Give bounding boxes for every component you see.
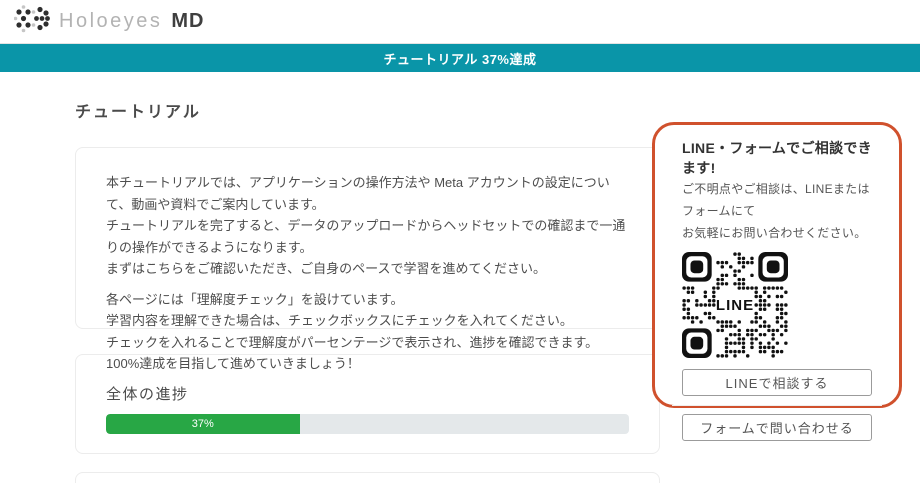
intro-line: チェックを入れることで理解度がパーセンテージで表示され、進捗を確認できます。 <box>106 334 599 350</box>
intro-line: 各ページには「理解度チェック」を設けています。 <box>106 291 404 307</box>
progress-percent-label: 37% <box>191 418 214 430</box>
brand-name: Holoeyes <box>59 10 163 32</box>
intro-line: 学習内容を理解できた場合は、チェックボックスにチェックを入れてください。 <box>106 313 573 328</box>
overall-progress-title: 全体の進捗 <box>106 386 189 403</box>
intro-line: チュートリアルを完了すると、データのアップロードからヘッドセットでの確認まで一通… <box>106 218 626 255</box>
line-qr-code: LINE <box>682 252 788 358</box>
main-column: チュートリアル 本チュートリアルでは、アプリケーションの操作方法や Meta ア… <box>75 72 660 483</box>
intro-line: 本チュートリアルでは、アプリケーションの操作方法や Meta アカウントの設定に… <box>106 175 610 212</box>
holoeyes-logo-icon <box>13 5 52 38</box>
tutorial-intro-card: 本チュートリアルでは、アプリケーションの操作方法や Meta アカウントの設定に… <box>75 147 660 371</box>
brand-suffix: MD <box>171 10 205 32</box>
tutorial-progress-banner: チュートリアル 37%達成 <box>0 44 920 72</box>
consult-panel-title: LINE・フォームでご相談できます! <box>682 140 872 176</box>
progress-bar-track: 37% <box>106 414 629 434</box>
tutorial-progress-banner-text: チュートリアル 37%達成 <box>383 51 537 67</box>
intro-line: まずはこちらをご確認いただき、ご自身のペースで学習を進めてください。 <box>106 261 547 276</box>
svg-text:LINE: LINE <box>716 297 754 314</box>
consult-description-line: お気軽にお問い合わせください。 <box>682 226 867 240</box>
consult-divider <box>672 405 882 406</box>
page-title: チュートリアル <box>75 104 201 121</box>
brand-logo[interactable]: Holoeyes MD <box>13 5 205 38</box>
consult-panel: LINE・フォームでご相談できます! ご不明点やご相談は、LINEまたはフォーム… <box>652 122 902 441</box>
intro-paragraph-1: 本チュートリアルでは、アプリケーションの操作方法や Meta アカウントの設定に… <box>106 172 629 280</box>
preparation-section-card: ご利用開始までの準備 <box>75 472 660 483</box>
progress-fill: 37% <box>106 414 300 434</box>
app-header: Holoeyes MD <box>0 0 920 44</box>
consult-description-line: ご不明点やご相談は、LINEまたはフォームにて <box>682 182 870 218</box>
form-contact-button[interactable]: フォームで問い合わせる <box>682 414 872 441</box>
line-consult-button[interactable]: LINEで相談する <box>682 369 872 396</box>
